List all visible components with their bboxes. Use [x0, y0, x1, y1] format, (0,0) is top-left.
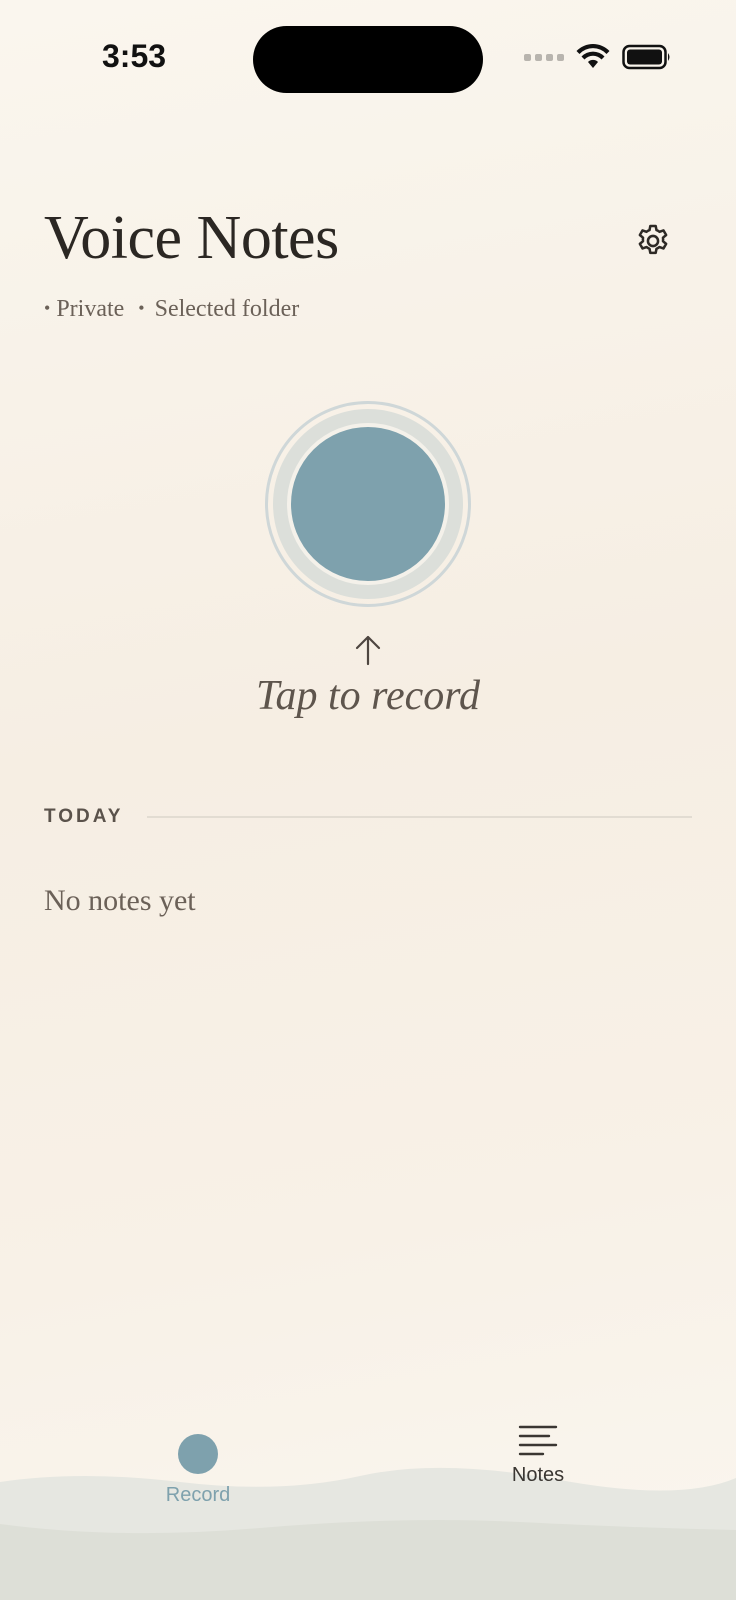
settings-button[interactable]: [632, 220, 674, 262]
record-button[interactable]: [287, 423, 449, 585]
page-title: Voice Notes: [44, 204, 339, 272]
bullet: •: [44, 298, 51, 318]
tab-label-record[interactable]: Record: [166, 1484, 230, 1507]
tab-label-notes[interactable]: Notes: [512, 1464, 564, 1487]
section-divider: [147, 816, 692, 818]
record-control[interactable]: [265, 401, 471, 607]
cellular-signal-icon: [524, 53, 564, 61]
record-hint: Tap to record: [255, 673, 481, 719]
record-dot-icon[interactable]: [178, 1434, 218, 1474]
header-meta: • Private • Selected folder: [44, 296, 299, 323]
status-icons: [524, 44, 672, 70]
folder-label[interactable]: Selected folder: [155, 296, 300, 323]
gear-icon[interactable]: [634, 222, 672, 260]
arrow-up-icon: [355, 635, 381, 666]
battery-icon: [622, 44, 670, 70]
dynamic-island: [253, 26, 483, 93]
list-lines-icon[interactable]: [517, 1420, 559, 1460]
status-time: 3:53: [102, 38, 167, 74]
tab-record[interactable]: Record: [150, 1420, 246, 1507]
wifi-icon: [576, 44, 610, 68]
bullet: •: [138, 298, 145, 318]
tab-notes[interactable]: Notes: [490, 1420, 586, 1487]
status-bar: 3:53: [0, 0, 736, 120]
empty-state-text: No notes yet: [44, 884, 196, 917]
section-header-today: TODAY: [44, 806, 692, 828]
section-label: TODAY: [44, 806, 124, 827]
privacy-label: Private: [56, 296, 125, 322]
tab-bar: Record Notes: [0, 1420, 736, 1510]
